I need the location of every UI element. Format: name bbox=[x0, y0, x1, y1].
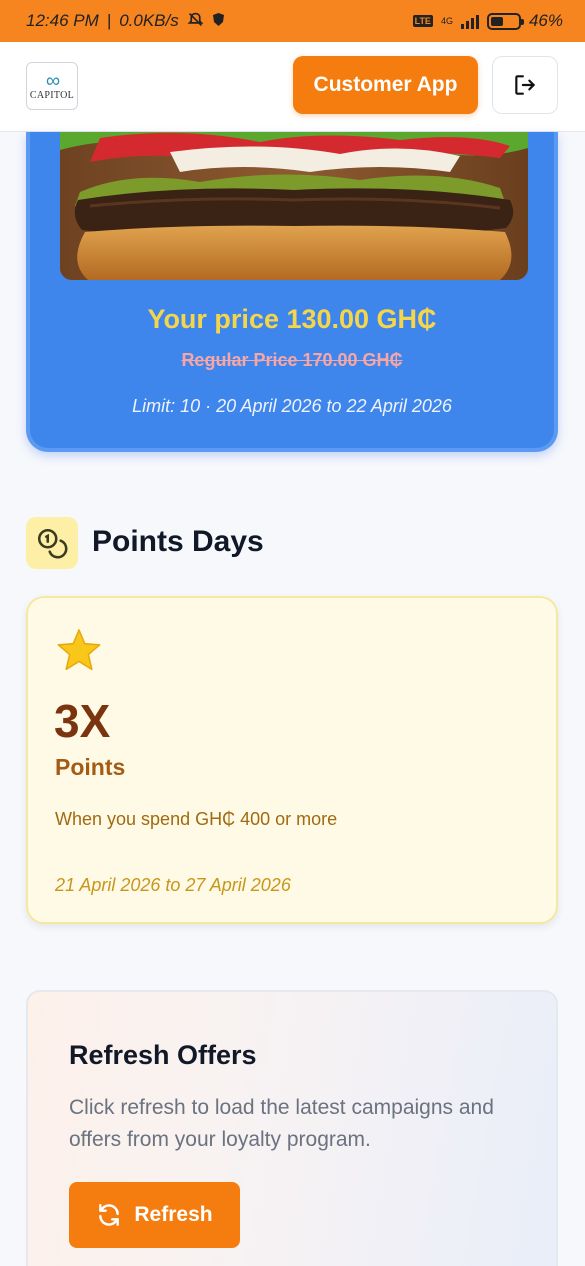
status-bar: 12:46 PM | 0.0KB/s LTE 4G 46% bbox=[0, 0, 585, 42]
coins-icon bbox=[37, 528, 68, 559]
app-header: ∞ CAPITOL Customer App bbox=[0, 42, 585, 132]
refresh-card: Refresh Offers Click refresh to load the… bbox=[26, 990, 558, 1266]
logout-icon bbox=[515, 75, 535, 95]
offer-price: Your price 130.00 GH₵ bbox=[147, 304, 437, 334]
refresh-title: Refresh Offers bbox=[69, 1040, 257, 1070]
logo-infinity-icon: ∞ bbox=[45, 69, 60, 92]
points-condition: When you spend GH₵ 400 or more bbox=[55, 809, 338, 829]
battery-text: 46% bbox=[528, 11, 563, 30]
battery-fill bbox=[490, 16, 503, 26]
battery-icon bbox=[486, 12, 524, 30]
lte-badge: LTE bbox=[412, 15, 433, 27]
refresh-button[interactable]: Refresh bbox=[69, 1182, 240, 1248]
refresh-description: Click refresh to load the latest campaig… bbox=[69, 1096, 494, 1151]
offer-regular-price: Regular Price 170.00 GH₵ bbox=[181, 350, 403, 370]
refresh-icon bbox=[99, 1204, 120, 1226]
customer-app-button[interactable]: Customer App bbox=[293, 56, 478, 114]
status-time: 12:46 PM bbox=[26, 11, 99, 30]
mute-icon bbox=[187, 11, 204, 32]
signal-icon bbox=[460, 13, 479, 29]
star-icon bbox=[56, 628, 102, 677]
points-dates: 21 April 2026 to 27 April 2026 bbox=[55, 875, 291, 895]
points-section-icon bbox=[26, 517, 78, 569]
points-card[interactable]: 3X Points When you spend GH₵ 400 or more… bbox=[26, 596, 558, 924]
points-section-title: Points Days bbox=[92, 525, 264, 558]
status-left: 12:46 PM | 0.0KB/s bbox=[26, 11, 225, 32]
logo-text: CAPITOL bbox=[29, 89, 75, 101]
offer-limit: Limit: 10 · 20 April 2026 to 22 April 20… bbox=[132, 396, 452, 416]
burger-image bbox=[60, 132, 528, 280]
offer-card[interactable]: Your price 130.00 GH₵ Regular Price 170.… bbox=[26, 132, 558, 452]
status-divider: | bbox=[106, 11, 112, 30]
capitol-logo[interactable]: ∞ CAPITOL bbox=[26, 62, 78, 110]
points-label: Points bbox=[55, 754, 126, 780]
logout-button[interactable] bbox=[492, 56, 558, 114]
network-type: 4G bbox=[440, 16, 453, 26]
points-multiplier: 3X bbox=[54, 695, 111, 747]
shield-icon bbox=[212, 12, 225, 31]
status-right: LTE 4G 46% bbox=[412, 11, 563, 31]
refresh-button-label: Refresh bbox=[134, 1203, 213, 1226]
status-speed: 0.0KB/s bbox=[119, 11, 179, 30]
